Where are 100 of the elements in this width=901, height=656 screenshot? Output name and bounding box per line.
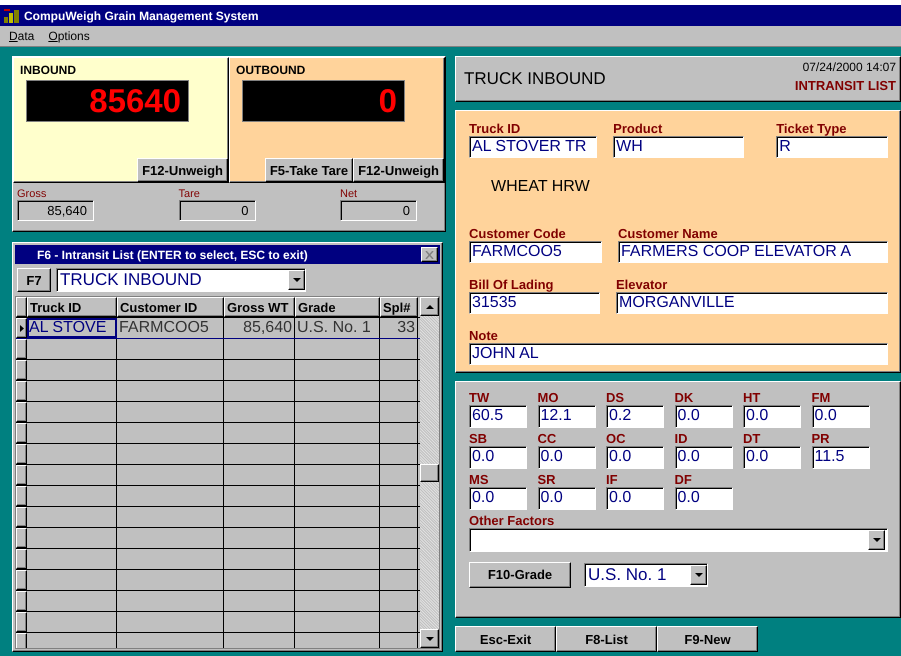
factor-field[interactable]: 0.0	[606, 486, 664, 510]
row-header[interactable]	[16, 339, 27, 359]
screen-title: TRUCK INBOUND	[464, 68, 606, 89]
table-cell[interactable]: AL STOVE	[27, 318, 117, 338]
scroll-thumb[interactable]	[420, 464, 439, 482]
table-cell[interactable]: FARMCOO5	[117, 318, 224, 338]
factor-field[interactable]: 0.0	[674, 446, 732, 469]
factor-field[interactable]: 0.0	[812, 404, 870, 428]
scroll-down-button[interactable]	[420, 629, 439, 648]
factor-field[interactable]: 0.0	[606, 446, 664, 469]
action-button[interactable]: Esc-Exit	[455, 626, 556, 652]
other-factors-dropdown[interactable]	[469, 528, 888, 552]
app-icon	[4, 8, 20, 22]
row-header	[16, 297, 27, 317]
scale-button[interactable]: F12-Unweigh	[353, 158, 444, 182]
action-button[interactable]: F9-New	[657, 626, 758, 652]
factor-label: HT	[743, 390, 762, 405]
caret-icon	[292, 278, 300, 282]
table-cell[interactable]: 33	[380, 318, 418, 338]
factor-label: CC	[538, 430, 558, 446]
text-field[interactable]: JOHN AL	[469, 342, 888, 364]
scale-button[interactable]: F5-Take Tare	[264, 158, 354, 182]
table-cell[interactable]: 85,640	[224, 318, 295, 338]
dialog-title: F6 - Intransit List (ENTER to select, ESC to exit)	[37, 248, 309, 262]
scale-label: INBOUND	[20, 63, 76, 77]
caret-icon	[694, 572, 702, 577]
field-label: Customer Code	[469, 226, 567, 240]
action-button[interactable]: F8-List	[556, 626, 657, 652]
text-field[interactable]: MORGANVILLE	[616, 292, 888, 314]
column-header[interactable]: Spl#	[380, 297, 418, 317]
scale-button[interactable]: F12-Unweigh	[137, 158, 228, 182]
factor-field[interactable]: 0.0	[538, 446, 596, 469]
menu-item[interactable]: Options	[48, 29, 90, 43]
row-header[interactable]	[16, 402, 27, 422]
factor-field[interactable]: 0.0	[538, 486, 596, 510]
factor-label: ID	[674, 430, 688, 446]
text-field[interactable]: FARMERS COOP ELEVATOR A	[618, 240, 888, 262]
grade-dropdown[interactable]: U.S. No. 1	[584, 562, 708, 587]
text-field[interactable]: FARMCOO5	[469, 240, 602, 262]
field-label: Note	[469, 328, 499, 342]
factor-label: MO	[538, 390, 560, 405]
row-header[interactable]	[16, 570, 27, 590]
factor-field[interactable]: 11.5	[812, 446, 870, 469]
factor-field[interactable]: 0.2	[606, 404, 664, 428]
filter-dropdown[interactable]: TRUCK INBOUND	[56, 268, 306, 292]
field-label: Customer Name	[618, 226, 719, 240]
factor-field[interactable]: 0.0	[469, 446, 527, 469]
text-field[interactable]: AL STOVER TR	[469, 136, 598, 158]
factor-field[interactable]: 0.0	[743, 446, 801, 469]
total-field: 85,640	[17, 200, 94, 221]
factor-field[interactable]: 12.1	[538, 404, 596, 428]
row-header[interactable]	[16, 486, 27, 506]
field-label: Bill Of Lading	[469, 276, 554, 292]
row-header[interactable]	[16, 549, 27, 569]
weight-reading: 85640	[89, 82, 181, 120]
date-time: 07/24/2000 14:07	[802, 60, 896, 74]
row-header[interactable]	[16, 360, 27, 380]
menu-item[interactable]: Data	[9, 29, 34, 43]
up-arrow-icon	[426, 304, 434, 308]
caret-icon	[872, 538, 880, 542]
scale-label: OUTBOUND	[236, 63, 306, 77]
column-header[interactable]: Gross WT	[224, 297, 295, 317]
row-header[interactable]	[16, 444, 27, 464]
text-field[interactable]: R	[776, 136, 888, 158]
row-header[interactable]	[16, 381, 27, 401]
factor-field[interactable]: 0.0	[469, 486, 527, 510]
factor-label: DF	[674, 472, 693, 487]
row-header[interactable]	[16, 507, 27, 527]
column-header[interactable]: Customer ID	[117, 297, 224, 317]
table-cell[interactable]: U.S. No. 1	[295, 318, 380, 338]
text-field[interactable]: 31535	[469, 292, 600, 314]
factor-field[interactable]: 0.0	[743, 404, 801, 428]
total-label: Gross	[17, 188, 48, 200]
factor-label: SR	[538, 472, 557, 487]
product-name: WHEAT HRW	[491, 178, 591, 196]
grade-button[interactable]: F10-Grade	[469, 562, 571, 588]
factor-field[interactable]: 60.5	[469, 404, 527, 428]
row-header[interactable]	[16, 423, 27, 443]
window-title: CompuWeigh Grain Management System	[24, 8, 258, 22]
factor-field[interactable]: 0.0	[674, 486, 732, 510]
text-field[interactable]: WH	[613, 136, 744, 158]
column-header[interactable]: Grade	[295, 297, 380, 317]
row-header[interactable]	[16, 528, 27, 548]
field-label: Elevator	[616, 276, 668, 292]
row-header[interactable]	[16, 633, 27, 648]
factor-field[interactable]: 0.0	[674, 404, 732, 428]
filter-button[interactable]: F7	[17, 268, 51, 292]
row-header[interactable]	[16, 591, 27, 611]
close-button[interactable]	[421, 247, 438, 262]
scroll-up-button[interactable]	[420, 297, 439, 316]
row-header[interactable]	[16, 465, 27, 485]
field-label: Other Factors	[469, 512, 556, 528]
factor-label: PR	[812, 430, 831, 446]
row-header[interactable]	[16, 318, 27, 338]
total-label: Net	[340, 188, 358, 200]
row-header[interactable]	[16, 612, 27, 632]
factor-label: DK	[674, 390, 694, 405]
scrollbar[interactable]	[420, 297, 439, 648]
column-header[interactable]: Truck ID	[27, 297, 117, 317]
mode-label: INTRANSIT LIST	[794, 78, 896, 93]
